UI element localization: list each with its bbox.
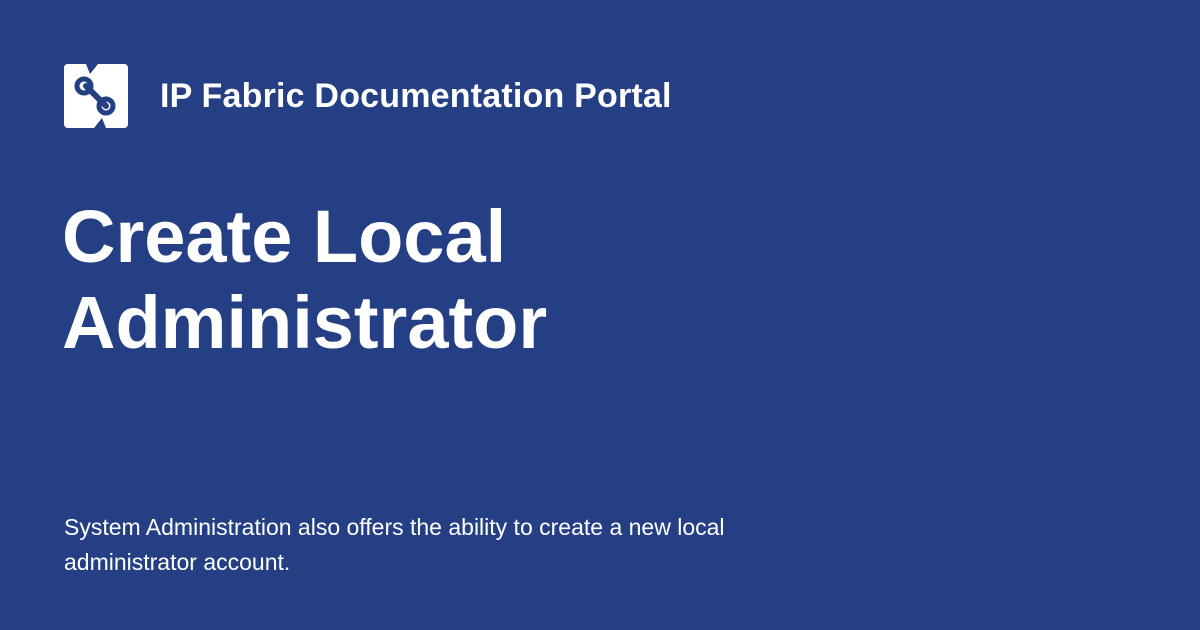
page-title-line-1: Create Local xyxy=(62,195,507,278)
site-header: IP Fabric Documentation Portal xyxy=(64,64,672,128)
site-name: IP Fabric Documentation Portal xyxy=(160,77,672,115)
social-card: IP Fabric Documentation Portal Create Lo… xyxy=(0,0,1200,630)
page-title-line-2: Administrator xyxy=(62,281,548,364)
page-title: Create Local Administrator xyxy=(62,194,962,366)
ip-fabric-logo-icon xyxy=(64,64,128,128)
page-description: System Administration also offers the ab… xyxy=(64,514,725,575)
ip-fabric-logo-icon-graphic xyxy=(64,64,128,128)
